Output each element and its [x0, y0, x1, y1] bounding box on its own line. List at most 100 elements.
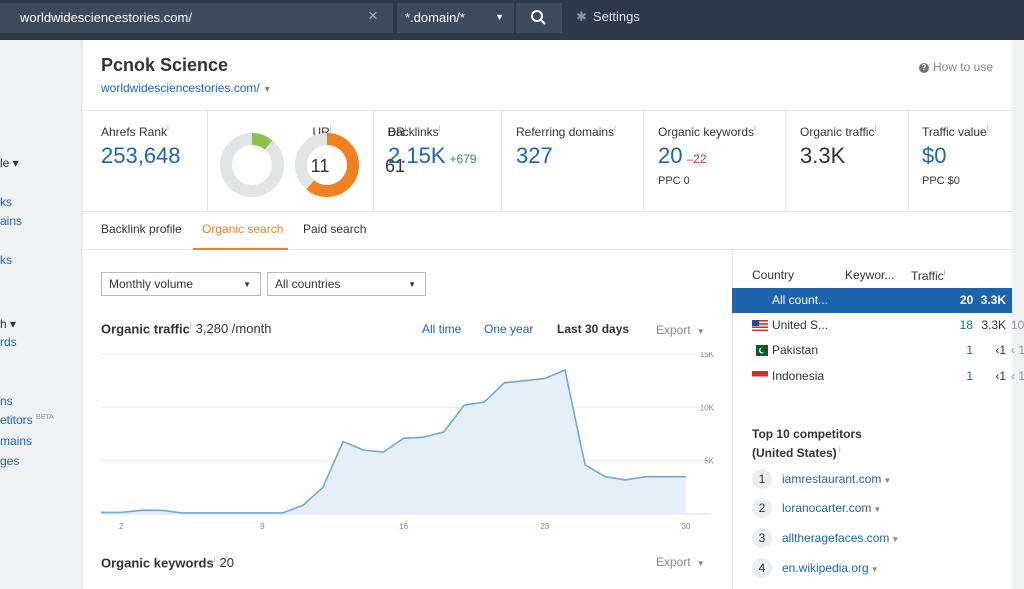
- country-name: Pakistan: [772, 343, 819, 357]
- metric-traffic-value: Traffic valuei $0 PPC $0: [908, 111, 1012, 211]
- range-one-year[interactable]: One year: [484, 322, 533, 336]
- country-keywords: 18: [959, 318, 973, 332]
- organic-traffic-value: 3,280 /month: [195, 321, 272, 337]
- country-row-all[interactable]: All count... 20 3.3K: [732, 288, 1012, 313]
- sidebar-item[interactable]: rds: [0, 335, 17, 349]
- chevron-down-icon: ▼: [696, 327, 705, 336]
- country-row-indonesia[interactable]: Indonesia 1 ‹1 ‹ 1%: [732, 364, 1024, 389]
- metric-label: Organic keywordsi: [658, 124, 756, 139]
- sidebar-item[interactable]: ks: [0, 195, 12, 209]
- tab-bar: Backlink profile Organic search Paid sea…: [83, 212, 1012, 250]
- range-last-30-days[interactable]: Last 30 days: [557, 322, 629, 336]
- range-all-time[interactable]: All time: [422, 322, 461, 336]
- tab-paid-search[interactable]: Paid search: [303, 222, 366, 236]
- country-traffic-pct: ‹ 1%: [1011, 343, 1024, 357]
- sidebar-item[interactable]: ains: [0, 214, 22, 228]
- metric-organic-traffic: Organic traffici 3.3K: [785, 111, 905, 211]
- metric-value[interactable]: 2.15K +679: [388, 143, 477, 169]
- sidebar-item-competitors[interactable]: etitors BETA: [0, 413, 54, 427]
- col-header-keywords[interactable]: Keywor...: [845, 268, 894, 282]
- country-traffic: 3.3K: [981, 318, 1006, 332]
- volume-select-value: Monthly volume: [109, 277, 194, 291]
- sidebar: le ▾ ks ains ks h ▾ rds ns etitors BETA …: [0, 40, 82, 589]
- metric-referring-domains: Referring domainsi 327: [501, 111, 641, 211]
- organic-keywords-count: 20: [219, 555, 234, 571]
- site-url-link[interactable]: worldwidesciencestories.com/▼: [101, 81, 272, 95]
- y-tick-label: 15K: [700, 352, 715, 359]
- tab-backlink-profile[interactable]: Backlink profile: [101, 222, 182, 236]
- chevron-down-icon: ▼: [262, 84, 272, 94]
- mode-dropdown[interactable]: *.domain/* ▼: [397, 3, 514, 33]
- countries-select[interactable]: All countries ▼: [267, 272, 426, 296]
- gear-icon: ✱: [576, 9, 587, 24]
- countries-select-value: All countries: [275, 277, 341, 291]
- competitor-link[interactable]: iamrestaurant.com ▼: [782, 472, 891, 486]
- ur-donut: [220, 133, 284, 197]
- clear-icon[interactable]: ×: [368, 6, 378, 26]
- main-panel: Pcnok Science worldwidesciencestories.co…: [83, 40, 1024, 589]
- site-url-text: worldwidesciencestories.com/: [101, 81, 260, 95]
- pakistan-flag-icon: [752, 345, 768, 356]
- chevron-down-icon: ▼: [495, 12, 504, 22]
- x-tick-label: 23: [540, 522, 549, 531]
- ur-gauge[interactable]: URi 11: [220, 121, 332, 201]
- metric-value[interactable]: 327: [516, 143, 553, 169]
- how-to-use-link[interactable]: ? How to use: [918, 60, 993, 74]
- tab-organic-search[interactable]: Organic search: [202, 222, 283, 236]
- us-flag-icon: [752, 320, 768, 331]
- country-traffic: 3.3K: [980, 293, 1006, 307]
- country-traffic-pct: ‹ 1%: [1011, 369, 1024, 383]
- sidebar-item[interactable]: ns: [0, 394, 13, 408]
- country-row-pakistan[interactable]: Pakistan 1 ‹1 ‹ 1%: [732, 338, 1024, 363]
- col-header-country[interactable]: Country: [752, 268, 794, 282]
- metric-label: Backlinksi: [388, 124, 441, 139]
- keywords-export-button[interactable]: Export ▼: [656, 555, 705, 569]
- delta-badge: +679: [449, 152, 477, 166]
- active-tab-indicator: [193, 248, 288, 250]
- sidebar-item[interactable]: ks: [0, 253, 12, 267]
- indonesia-flag-icon: [752, 371, 768, 382]
- competitor-link[interactable]: alltheragefaces.com ▼: [782, 531, 899, 545]
- metric-organic-keywords: Organic keywordsi 20 –22 PPC 0: [643, 111, 783, 211]
- chevron-down-icon: ▼: [243, 280, 251, 289]
- metrics-bar: Ahrefs Ranki 253,648 URi 11 DRi 61 Backl…: [83, 110, 1012, 212]
- volume-select[interactable]: Monthly volume ▼: [101, 272, 261, 296]
- country-traffic: ‹1: [995, 343, 1006, 357]
- dr-gauge[interactable]: DRi 61: [295, 121, 407, 201]
- metric-value[interactable]: 253,648: [101, 143, 181, 169]
- metric-label: Organic traffici: [800, 124, 877, 139]
- chevron-down-icon: ▼: [891, 535, 900, 544]
- competitor-link[interactable]: en.wikipedia.org ▼: [782, 561, 879, 575]
- organic-traffic-title: Organic traffici 3,280 /month: [101, 321, 272, 337]
- chevron-down-icon: ▼: [883, 476, 892, 485]
- country-keywords: 1: [966, 343, 973, 357]
- country-row-us[interactable]: United S... 18 3.3K 100%: [732, 313, 1024, 338]
- metric-value[interactable]: 20 –22: [658, 143, 707, 169]
- settings-label: Settings: [592, 9, 640, 24]
- rank-badge: 4: [752, 558, 772, 578]
- country-keywords: 1: [966, 369, 973, 383]
- sidebar-item[interactable]: ges: [0, 454, 19, 468]
- export-button[interactable]: Export ▼: [656, 323, 705, 337]
- metric-ahrefs-rank: Ahrefs Ranki 253,648: [101, 111, 205, 211]
- url-input[interactable]: worldwidesciencestories.com/: [0, 3, 393, 33]
- x-tick-label: 16: [399, 522, 408, 531]
- settings-button[interactable]: ✱ Settings: [576, 9, 640, 25]
- metric-value[interactable]: $0: [922, 143, 946, 169]
- delta-badge: –22: [686, 152, 707, 166]
- country-traffic-pct: 100%: [1011, 318, 1024, 332]
- sidebar-item[interactable]: le ▾: [0, 156, 19, 170]
- organic-keywords-title: Organic keywordsi 20: [101, 555, 234, 571]
- chevron-down-icon: ▼: [408, 280, 416, 289]
- dr-donut: [295, 133, 359, 197]
- beta-badge: BETA: [36, 414, 54, 421]
- sidebar-item[interactable]: h ▾: [0, 317, 16, 331]
- country-name: Indonesia: [772, 369, 825, 383]
- sidebar-item[interactable]: mains: [0, 434, 32, 448]
- search-button[interactable]: [516, 3, 562, 33]
- mode-dropdown-value: *.domain/*: [405, 10, 465, 25]
- col-header-traffic[interactable]: Traffici: [911, 268, 945, 283]
- competitor-link[interactable]: loranocarter.com ▼: [782, 501, 881, 515]
- search-icon: [531, 10, 546, 25]
- metric-label: Referring domainsi: [516, 124, 616, 139]
